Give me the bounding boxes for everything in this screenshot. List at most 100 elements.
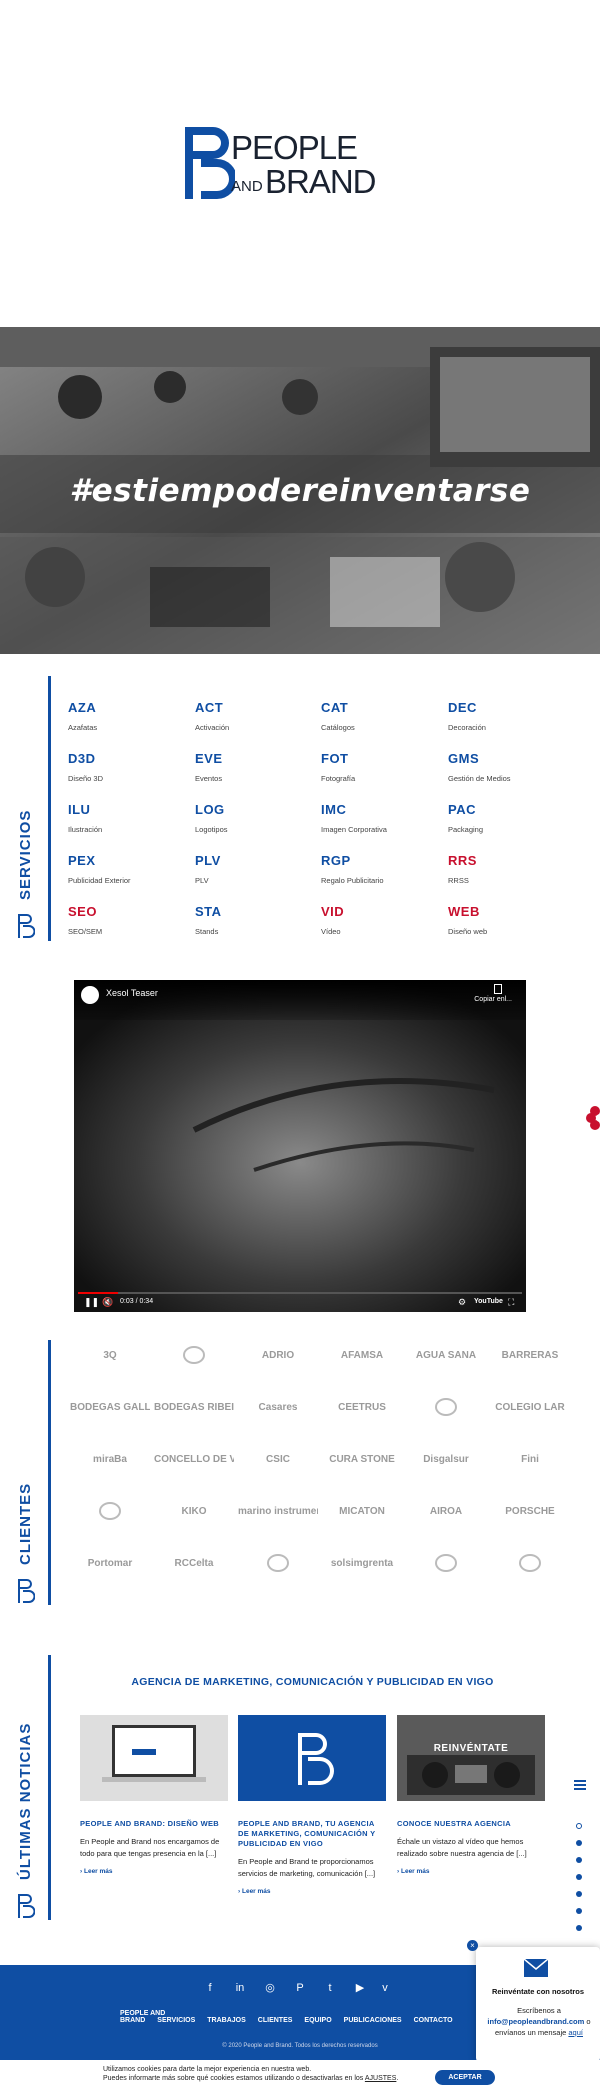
service-code[interactable]: FOT — [321, 751, 441, 766]
service-item[interactable]: LOG Logotipos — [195, 802, 315, 834]
service-item[interactable]: EVE Eventos — [195, 751, 315, 783]
footer-nav-item[interactable]: SERVICIOS — [157, 2017, 195, 2024]
youtube-logo[interactable]: YouTube — [474, 1298, 503, 1305]
twitter-icon[interactable]: t — [323, 1981, 337, 1995]
section-dot[interactable] — [576, 1925, 582, 1931]
service-item[interactable]: GMS Gestión de Medios — [448, 751, 568, 783]
news-image-logo[interactable] — [238, 1715, 386, 1801]
section-dot[interactable] — [576, 1857, 582, 1863]
video-title[interactable]: Xesol Teaser — [106, 988, 158, 998]
service-item[interactable]: CAT Catálogos — [321, 700, 441, 732]
section-dot[interactable] — [576, 1908, 582, 1914]
news-card[interactable]: PEOPLE AND BRAND: DISEÑO WEB En People a… — [80, 1715, 228, 1875]
client-logo[interactable]: RCCelta — [154, 1553, 234, 1575]
client-logo[interactable] — [154, 1345, 234, 1367]
chat-email-link[interactable]: info@peopleandbrand.com — [487, 2017, 584, 2026]
client-logo[interactable]: Fini — [490, 1449, 570, 1471]
service-code[interactable]: EVE — [195, 751, 315, 766]
service-code[interactable]: SEO — [68, 904, 188, 919]
client-logo[interactable]: miraBa — [70, 1449, 150, 1471]
service-code[interactable]: PLV — [195, 853, 315, 868]
footer-nav-item[interactable]: PUBLICACIONES — [344, 2017, 402, 2024]
client-logo[interactable] — [70, 1501, 150, 1523]
service-code[interactable]: RGP — [321, 853, 441, 868]
client-logo[interactable] — [490, 1553, 570, 1575]
service-item[interactable]: IMC Imagen Corporativa — [321, 802, 441, 834]
service-code[interactable]: AZA — [68, 700, 188, 715]
read-more-link[interactable]: › Leer más — [397, 1868, 545, 1875]
pinterest-icon[interactable]: P — [293, 1981, 307, 1995]
news-title[interactable]: PEOPLE AND BRAND: DISEÑO WEB — [80, 1819, 228, 1829]
copy-link-button[interactable]: Copiar enl... — [474, 996, 512, 1003]
service-item[interactable]: SEO SEO/SEM — [68, 904, 188, 936]
section-dot[interactable] — [576, 1840, 582, 1846]
service-code[interactable]: ILU — [68, 802, 188, 817]
service-item[interactable]: RRS RRSS — [448, 853, 568, 885]
client-logo[interactable]: 3Q — [70, 1345, 150, 1367]
client-logo[interactable]: Portomar — [70, 1553, 150, 1575]
service-item[interactable]: ACT Activación — [195, 700, 315, 732]
news-card[interactable]: REINVÉNTATE CONOCE NUESTRA AGENCIA Échal… — [397, 1715, 545, 1875]
client-logo[interactable]: solsimgrenta — [322, 1553, 402, 1575]
chat-message-link[interactable]: aquí — [568, 2028, 583, 2037]
section-dot[interactable] — [576, 1891, 582, 1897]
fullscreen-icon[interactable]: ⛶ — [508, 1297, 514, 1308]
footer-nav-item[interactable]: CLIENTES — [258, 2017, 293, 2024]
client-logo[interactable]: BODEGAS GALLEGAS — [70, 1397, 150, 1419]
service-item[interactable]: FOT Fotografía — [321, 751, 441, 783]
footer-nav-item[interactable]: CONTACTO — [414, 2017, 453, 2024]
instagram-icon[interactable]: ◎ — [263, 1981, 277, 1995]
client-logo[interactable]: BARRERAS — [490, 1345, 570, 1367]
youtube-icon[interactable]: ▶ — [353, 1981, 367, 1995]
pause-icon[interactable]: ❚❚ — [84, 1297, 99, 1308]
client-logo[interactable]: MICATON — [322, 1501, 402, 1523]
menu-hamburger-icon[interactable] — [574, 1780, 586, 1790]
service-code[interactable]: PEX — [68, 853, 188, 868]
client-logo[interactable]: COLEGIO LAR — [490, 1397, 570, 1419]
client-logo[interactable]: CONCELLO DE VIGO — [154, 1449, 234, 1471]
read-more-link[interactable]: › Leer más — [238, 1888, 386, 1895]
chat-close-button[interactable]: × — [467, 1940, 478, 1951]
service-code[interactable]: GMS — [448, 751, 568, 766]
read-more-link[interactable]: › Leer más — [80, 1868, 228, 1875]
service-code[interactable]: LOG — [195, 802, 315, 817]
linkedin-icon[interactable]: in — [233, 1981, 247, 1995]
client-logo[interactable]: CSIC — [238, 1449, 318, 1471]
client-logo[interactable] — [238, 1553, 318, 1575]
service-item[interactable]: STA Stands — [195, 904, 315, 936]
site-logo[interactable]: PEOPLE ANDBRAND — [183, 125, 423, 205]
video-player[interactable]: Xesol Teaser Copiar enl... ❚❚ 🔇 0:03 / 0… — [74, 980, 526, 1312]
mute-icon[interactable]: 🔇 — [102, 1297, 113, 1308]
client-logo[interactable]: ADRIO — [238, 1345, 318, 1367]
client-logo[interactable]: CEETRUS — [322, 1397, 402, 1419]
service-item[interactable]: PAC Packaging — [448, 802, 568, 834]
service-item[interactable]: WEB Diseño web — [448, 904, 568, 936]
accept-cookies-button[interactable]: ACEPTAR — [435, 2070, 495, 2085]
service-code[interactable]: CAT — [321, 700, 441, 715]
service-code[interactable]: DEC — [448, 700, 568, 715]
news-image-laptop[interactable] — [80, 1715, 228, 1801]
client-logo[interactable]: marino instruments — [238, 1501, 318, 1523]
client-logo[interactable]: AGUA SANA — [406, 1345, 486, 1367]
news-title[interactable]: PEOPLE AND BRAND, TU AGENCIA DE MARKETIN… — [238, 1819, 386, 1849]
service-code[interactable]: RRS — [448, 853, 568, 868]
section-dot[interactable] — [576, 1874, 582, 1880]
client-logo[interactable]: BODEGAS RIBEIRO — [154, 1397, 234, 1419]
client-logo[interactable]: CURA STONE — [322, 1449, 402, 1471]
service-item[interactable]: D3D Diseño 3D — [68, 751, 188, 783]
footer-nav-item[interactable]: TRABAJOS — [207, 2017, 246, 2024]
settings-icon[interactable]: ⚙ — [458, 1297, 466, 1308]
client-logo[interactable]: AFAMSA — [322, 1345, 402, 1367]
client-logo[interactable]: PORSCHE — [490, 1501, 570, 1523]
cookie-settings-link[interactable]: AJUSTES — [365, 2075, 397, 2082]
service-item[interactable]: VID Vídeo — [321, 904, 441, 936]
service-code[interactable]: D3D — [68, 751, 188, 766]
service-code[interactable]: WEB — [448, 904, 568, 919]
service-item[interactable]: PEX Publicidad Exterior — [68, 853, 188, 885]
service-item[interactable]: PLV PLV — [195, 853, 315, 885]
client-logo[interactable]: Disgalsur — [406, 1449, 486, 1471]
chat-widget[interactable]: Reinvéntate con nosotros Escríbenos a in… — [476, 1947, 600, 2062]
copy-link-icon[interactable] — [494, 984, 502, 994]
facebook-icon[interactable]: f — [203, 1981, 217, 1995]
service-item[interactable]: DEC Decoración — [448, 700, 568, 732]
